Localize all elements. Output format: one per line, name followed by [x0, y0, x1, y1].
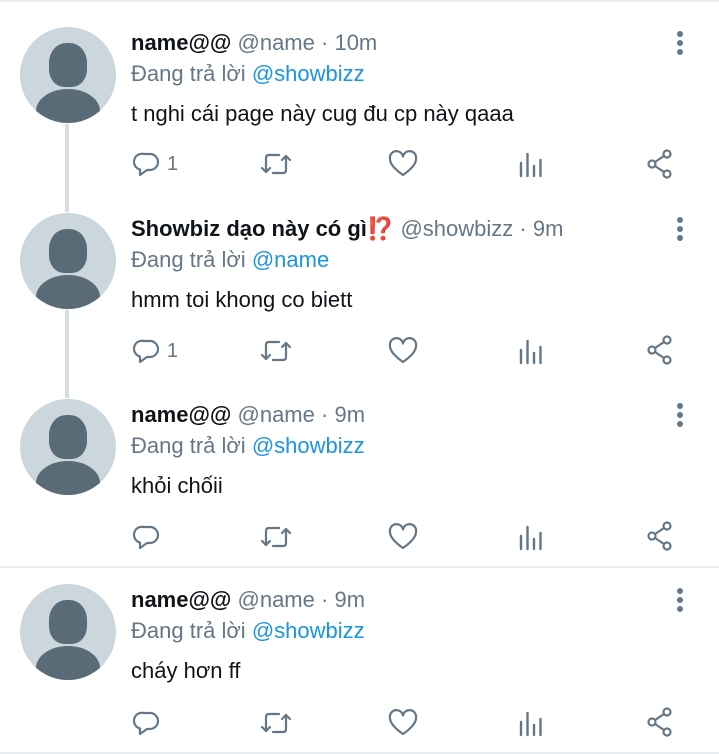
- replying-to-label: Đang trả lời: [131, 433, 246, 458]
- views-button[interactable]: [518, 708, 544, 738]
- avatar-head: [49, 229, 87, 273]
- tweet[interactable]: Showbiz dạo này có gì⁉️ @showbizz · 9m Đ…: [0, 190, 719, 376]
- avatar-body: [36, 646, 100, 680]
- reply-count: 1: [167, 152, 179, 175]
- avatar[interactable]: [20, 584, 116, 680]
- tweet-header: Showbiz dạo này có gì⁉️ @showbizz · 9m: [131, 215, 563, 243]
- replying-to: Đang trả lời @name: [131, 246, 329, 274]
- avatar-body: [36, 275, 100, 309]
- separator-dot: ·: [321, 587, 329, 612]
- avatar-head: [49, 600, 87, 644]
- share-icon: [647, 707, 672, 737]
- timestamp[interactable]: 9m: [533, 216, 564, 241]
- more-icon[interactable]: [670, 30, 690, 58]
- views-button[interactable]: [518, 336, 544, 366]
- replying-to-label: Đang trả lời: [131, 247, 246, 272]
- retweet-button[interactable]: [259, 336, 293, 366]
- reply-icon: [133, 339, 160, 364]
- more-icon[interactable]: [670, 587, 690, 615]
- share-icon: [647, 521, 672, 551]
- replying-to-label: Đang trả lời: [131, 61, 246, 86]
- replying-to: Đang trả lời @showbizz: [131, 60, 365, 88]
- exclamation-question-emoji: ⁉️: [366, 216, 395, 241]
- tweet-header: name@@ @name · 9m: [131, 586, 365, 614]
- like-icon: [388, 523, 418, 550]
- tweet-text: cháy hơn ff: [131, 658, 241, 683]
- tweet-text: khỏi chốii: [131, 473, 223, 498]
- timestamp[interactable]: 9m: [334, 587, 365, 612]
- tweet-text: hmm toi khong co biett: [131, 287, 353, 312]
- like-button[interactable]: [388, 336, 418, 366]
- tweet-text: t nghi cái page này cug đu cp này qaaa: [131, 101, 514, 126]
- display-name[interactable]: Showbiz dạo này có gì: [131, 216, 367, 241]
- user-handle[interactable]: @name: [238, 402, 315, 427]
- share-button[interactable]: [646, 149, 674, 179]
- tweet[interactable]: name@@ @name · 9m Đang trả lời @showbizz…: [0, 568, 719, 754]
- reply-count: 1: [167, 339, 179, 362]
- tweet[interactable]: name@@ @name · 9m Đang trả lời @showbizz…: [0, 376, 719, 566]
- more-icon[interactable]: [670, 216, 690, 244]
- mention-link[interactable]: @showbizz: [252, 61, 365, 86]
- reply-button[interactable]: 1: [133, 336, 178, 366]
- share-icon: [647, 149, 672, 179]
- like-button[interactable]: [388, 149, 418, 179]
- share-icon: [647, 335, 672, 365]
- reply-button[interactable]: [133, 708, 167, 738]
- separator-dot: ·: [519, 216, 527, 241]
- retweet-button[interactable]: [259, 149, 293, 179]
- reply-icon: [133, 525, 160, 550]
- avatar-body: [36, 461, 100, 495]
- replying-to: Đang trả lời @showbizz: [131, 432, 365, 460]
- more-icon[interactable]: [670, 402, 690, 430]
- replying-to-label: Đang trả lời: [131, 618, 246, 643]
- avatar[interactable]: [20, 399, 116, 495]
- retweet-icon: [260, 526, 292, 548]
- user-handle[interactable]: @showbizz: [400, 216, 513, 241]
- timestamp[interactable]: 10m: [334, 30, 377, 55]
- display-name[interactable]: name@@: [131, 30, 231, 55]
- retweet-button[interactable]: [259, 708, 293, 738]
- replying-to: Đang trả lời @showbizz: [131, 617, 365, 645]
- retweet-button[interactable]: [259, 522, 293, 552]
- user-handle[interactable]: @name: [238, 30, 315, 55]
- tweet-header: name@@ @name · 10m: [131, 29, 377, 57]
- reply-button[interactable]: [133, 522, 167, 552]
- share-button[interactable]: [646, 335, 674, 365]
- share-button[interactable]: [646, 707, 674, 737]
- avatar-body: [36, 89, 100, 123]
- retweet-icon: [260, 712, 292, 734]
- avatar[interactable]: [20, 27, 116, 123]
- views-icon: [519, 525, 542, 551]
- display-name[interactable]: name@@: [131, 587, 231, 612]
- like-icon: [388, 337, 418, 364]
- views-icon: [519, 339, 542, 365]
- like-button[interactable]: [388, 522, 418, 552]
- views-icon: [519, 152, 542, 178]
- share-button[interactable]: [646, 521, 674, 551]
- user-handle[interactable]: @name: [238, 587, 315, 612]
- avatar[interactable]: [20, 213, 116, 309]
- separator-dot: ·: [321, 402, 329, 427]
- mention-link[interactable]: @showbizz: [252, 618, 365, 643]
- views-icon: [519, 711, 542, 737]
- avatar-head: [49, 43, 87, 87]
- avatar-head: [49, 415, 87, 459]
- tweet-header: name@@ @name · 9m: [131, 401, 365, 429]
- mention-link[interactable]: @name: [252, 247, 329, 272]
- like-button[interactable]: [388, 708, 418, 738]
- like-icon: [388, 709, 418, 736]
- separator-dot: ·: [321, 30, 329, 55]
- views-button[interactable]: [518, 522, 544, 552]
- views-button[interactable]: [518, 149, 544, 179]
- mention-link[interactable]: @showbizz: [252, 433, 365, 458]
- like-icon: [388, 150, 418, 177]
- timestamp[interactable]: 9m: [334, 402, 365, 427]
- reply-icon: [133, 711, 160, 736]
- retweet-icon: [260, 340, 292, 362]
- reply-icon: [133, 152, 160, 177]
- tweet[interactable]: name@@ @name · 10m Đang trả lời @showbiz…: [0, 0, 719, 190]
- display-name[interactable]: name@@: [131, 402, 231, 427]
- retweet-icon: [260, 153, 292, 175]
- reply-button[interactable]: 1: [133, 149, 178, 179]
